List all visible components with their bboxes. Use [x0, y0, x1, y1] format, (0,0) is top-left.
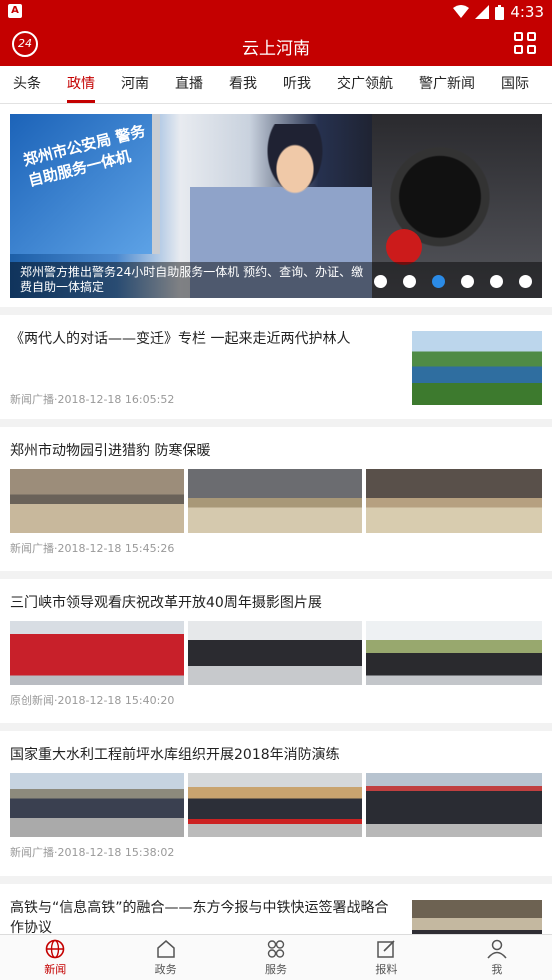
- tab-1[interactable]: 政情: [54, 66, 108, 103]
- article-thumbnail: [188, 773, 362, 837]
- tab-3[interactable]: 直播: [162, 66, 216, 103]
- list-item[interactable]: 高铁与“信息高铁”的融合——东方今报与中铁快运签署战略合作协议: [0, 876, 552, 935]
- status-icons: 4:33: [453, 3, 544, 21]
- carousel-dot[interactable]: [461, 275, 474, 288]
- edit-icon: [375, 939, 397, 959]
- article-meta: 新闻广播·2018-12-18 15:45:26: [10, 542, 175, 555]
- tab-8[interactable]: 国际: [488, 66, 542, 103]
- carousel-dot[interactable]: [490, 275, 503, 288]
- carousel-dot[interactable]: [374, 275, 387, 288]
- nav-person[interactable]: 我: [442, 935, 552, 980]
- article-thumbnail: [10, 773, 184, 837]
- signal-icon: [475, 5, 490, 19]
- tab-4[interactable]: 看我: [216, 66, 270, 103]
- article-thumbnail: [366, 773, 542, 837]
- article-meta: 新闻广播·2018-12-18 16:05:52: [10, 393, 175, 406]
- carousel-indicators[interactable]: [374, 275, 532, 288]
- article-meta: 原创新闻·2018-12-18 15:40:20: [10, 694, 175, 707]
- nav-home[interactable]: 政务: [110, 935, 220, 980]
- battery-icon: [495, 4, 505, 20]
- microphone-icon: [386, 229, 422, 265]
- status-time: 4:33: [510, 3, 544, 21]
- article-thumbnail: [412, 900, 542, 935]
- tab-6[interactable]: 交广领航: [324, 66, 406, 103]
- article-title: 国家重大水利工程前坪水库组织开展2018年消防演练: [10, 747, 340, 763]
- tab-2[interactable]: 河南: [108, 66, 162, 103]
- article-thumbnail: [188, 469, 362, 533]
- nav-label: 政务: [154, 963, 177, 976]
- app-bar: 24 云上河南: [0, 24, 552, 66]
- wifi-icon: [453, 5, 470, 18]
- list-item[interactable]: 三门峡市领导观看庆祝改革开放40周年摄影图片展 原创新闻·2018-12-18 …: [0, 571, 552, 723]
- banner-image-monitor: 郑州市公安局 警务自助服务一体机: [10, 114, 160, 254]
- carousel-dot[interactable]: [432, 275, 445, 288]
- channel-tabs: 头条 政情 河南 直播 看我 听我 交广领航 警广新闻 国际: [0, 66, 552, 104]
- tab-0[interactable]: 头条: [0, 66, 54, 103]
- app-title: 云上河南: [242, 39, 310, 59]
- nav-label: 服务: [265, 963, 288, 976]
- article-thumbnail: [10, 469, 184, 533]
- article-title: 高铁与“信息高铁”的融合——东方今报与中铁快运签署战略合作协议: [10, 900, 389, 935]
- nav-label: 我: [491, 963, 503, 976]
- article-thumbnail: [366, 621, 542, 685]
- article-meta: 新闻广播·2018-12-18 15:38:02: [10, 846, 175, 859]
- tab-5[interactable]: 听我: [270, 66, 324, 103]
- list-item[interactable]: 《两代人的对话——变迁》专栏 一起来走近两代护林人 新闻广播·2018-12-1…: [0, 307, 552, 419]
- bottom-navigation: 新闻 政务 服务 报料 我: [0, 934, 552, 980]
- globe-icon: [44, 939, 66, 959]
- tab-7[interactable]: 警广新闻: [406, 66, 488, 103]
- carousel-dot[interactable]: [519, 275, 532, 288]
- status-bar: A 4:33: [0, 0, 552, 24]
- grid-menu-icon[interactable]: [514, 32, 538, 56]
- notification-icon: A: [8, 4, 22, 18]
- home-icon: [155, 939, 177, 959]
- article-thumbnail: [10, 621, 184, 685]
- article-thumbnail: [366, 469, 542, 533]
- nav-label: 新闻: [44, 963, 67, 976]
- carousel-dot[interactable]: [403, 275, 416, 288]
- list-item[interactable]: 郑州市动物园引进猎豹 防寒保暖 新闻广播·2018-12-18 15:45:26: [0, 419, 552, 571]
- nav-edit[interactable]: 报料: [331, 935, 441, 980]
- nav-grid[interactable]: 服务: [221, 935, 331, 980]
- article-title: 三门峡市领导观看庆祝改革开放40周年摄影图片展: [10, 595, 322, 611]
- article-thumbnail: [188, 621, 362, 685]
- banner-carousel[interactable]: 郑州市公安局 警务自助服务一体机 郑州警方推出警务24小时自助服务一体机 预约、…: [10, 114, 542, 298]
- article-thumbnail: [412, 331, 542, 405]
- person-icon: [486, 939, 508, 959]
- news-feed[interactable]: 郑州市公安局 警务自助服务一体机 郑州警方推出警务24小时自助服务一体机 预约、…: [0, 105, 552, 935]
- nav-globe[interactable]: 新闻: [0, 935, 110, 980]
- article-title: 《两代人的对话——变迁》专栏 一起来走近两代护林人: [10, 331, 351, 347]
- article-title: 郑州市动物园引进猎豹 防寒保暖: [10, 443, 211, 459]
- grid-icon: [265, 939, 287, 959]
- nav-label: 报料: [375, 963, 398, 976]
- list-item[interactable]: 国家重大水利工程前坪水库组织开展2018年消防演练 新闻广播·2018-12-1…: [0, 723, 552, 875]
